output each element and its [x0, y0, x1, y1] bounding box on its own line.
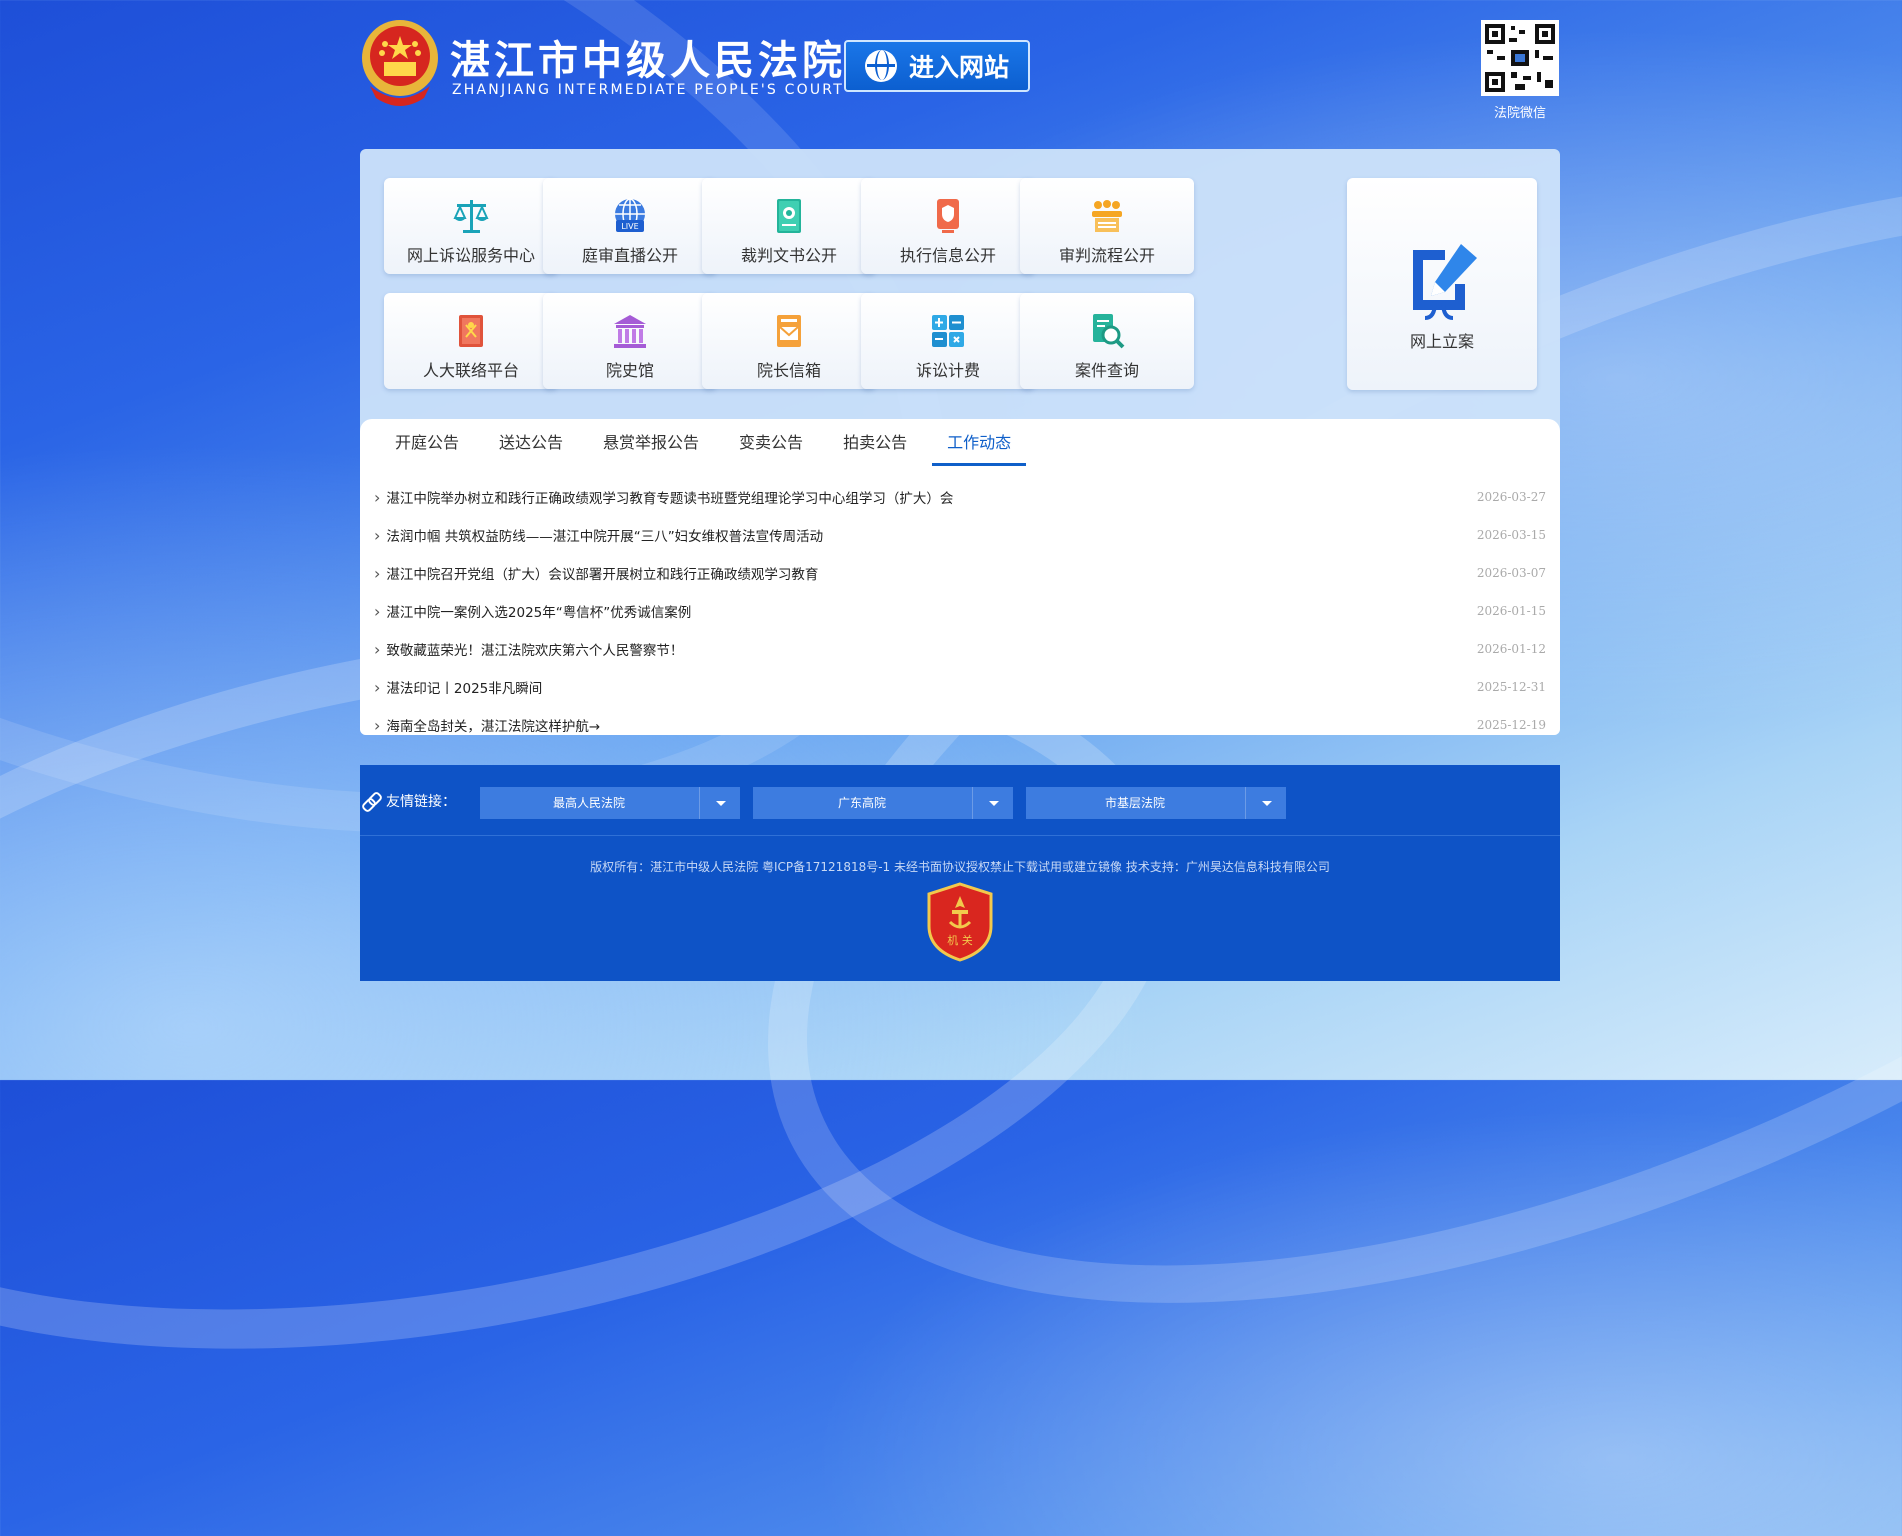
service-label: 案件查询 [1074, 361, 1139, 380]
service-label: 诉讼计费 [915, 361, 980, 380]
news-date: 2026-03-27 [1476, 490, 1546, 504]
service-tile-court-museum[interactable]: 院史馆 [543, 293, 717, 389]
news-list: 湛江中院举办树立和践行正确政绩观学习教育专题读书班暨党组理论学习中心组学习（扩大… [374, 478, 1546, 744]
mail-icon [777, 315, 801, 347]
chevron-down-icon [699, 787, 740, 819]
news-title: 海南全岛封关，湛江法院这样护航→ [374, 715, 600, 735]
news-date: 2025-12-31 [1476, 680, 1546, 694]
service-tile-online-litigation[interactable]: 网上诉讼服务中心 [384, 178, 558, 274]
news-item[interactable]: 法润巾帼 共筑权益防线——湛江中院开展“三八”妇女维权普法宣传周活动 2026-… [374, 516, 1546, 554]
service-label: 网上立案 [1409, 332, 1474, 351]
news-title: 致敬藏蓝荣光！湛江法院欢庆第六个人民警察节！ [374, 639, 683, 659]
service-tile-judgment-documents[interactable]: 裁判文书公开 [702, 178, 876, 274]
chevron-down-icon [1245, 787, 1286, 819]
document-icon [777, 199, 801, 233]
qr-code-icon [1481, 20, 1559, 96]
globe-icon [864, 50, 897, 82]
national-emblem-icon [362, 20, 438, 106]
service-label: 网上诉讼服务中心 [406, 246, 535, 265]
tab-work-news[interactable]: 工作动态 [932, 425, 1027, 466]
site-footer: 版权所有：湛江市中级人民法院 粤ICP备17121818号-1 未经书面协议授权… [360, 836, 1560, 981]
site-header: 湛江市中级人民法院 ZHANJIANG INTERMEDIATE PEOPLE'… [360, 16, 1560, 126]
service-label: 院长信箱 [756, 361, 821, 380]
select-guangdong-high-court[interactable]: 广东高院 [753, 787, 1013, 819]
news-date: 2026-03-07 [1476, 566, 1546, 580]
live-globe-icon: LIVE [615, 198, 645, 232]
news-title: 湛法印记丨2025非凡瞬间 [374, 677, 542, 697]
news-date: 2026-03-15 [1476, 528, 1546, 542]
select-basic-courts[interactable]: 市基层法院 [1026, 787, 1286, 819]
announcement-section: 开庭公告 送达公告 悬赏举报公告 变卖公告 拍卖公告 工作动态 湛江中院举办树立… [360, 419, 1560, 735]
service-tile-online-filing[interactable]: 网上立案 [1347, 178, 1537, 390]
news-date: 2025-12-19 [1476, 718, 1546, 732]
news-title: 湛江中院举办树立和践行正确政绩观学习教育专题读书班暨党组理论学习中心组学习（扩大… [374, 487, 953, 507]
service-tile-trial-process[interactable]: 审判流程公开 [1020, 178, 1194, 274]
service-tile-live-trial[interactable]: LIVE 庭审直播公开 [543, 178, 717, 274]
news-item[interactable]: 湛法印记丨2025非凡瞬间 2025-12-31 [374, 668, 1546, 706]
select-supreme-court[interactable]: 最高人民法院 [480, 787, 740, 819]
service-label: 执行信息公开 [899, 246, 996, 265]
tab-reward-report[interactable]: 悬赏举报公告 [588, 425, 714, 463]
tab-service-notice[interactable]: 送达公告 [484, 425, 578, 463]
news-item[interactable]: 海南全岛封关，湛江法院这样护航→ 2025-12-19 [374, 706, 1546, 744]
party-government-badge-icon[interactable]: 机 关 [925, 882, 995, 962]
enter-site-label: 进入网站 [908, 53, 1009, 82]
announcement-tabs: 开庭公告 送达公告 悬赏举报公告 变卖公告 拍卖公告 工作动态 [380, 425, 1036, 466]
wechat-qr[interactable]: 法院微信 [1480, 20, 1560, 121]
people-desk-icon [1092, 200, 1122, 232]
badge-text: 机 关 [947, 933, 973, 947]
link-icon [362, 792, 380, 810]
service-tile-president-mailbox[interactable]: 院长信箱 [702, 293, 876, 389]
museum-icon [614, 315, 646, 348]
news-item[interactable]: 湛江中院召开党组（扩大）会议部署开展树立和践行正确政绩观学习教育 2026-03… [374, 554, 1546, 592]
news-item[interactable]: 湛江中院一案例入选2025年“粤信杯”优秀诚信案例 2026-01-15 [374, 592, 1546, 630]
news-date: 2026-01-15 [1476, 604, 1546, 618]
news-item[interactable]: 致敬藏蓝荣光！湛江法院欢庆第六个人民警察节！ 2026-01-12 [374, 630, 1546, 668]
friendly-links-text: 友情链接： [386, 794, 456, 810]
service-label: 裁判文书公开 [740, 246, 837, 265]
tab-auction-notice[interactable]: 拍卖公告 [828, 425, 922, 463]
service-tile-case-query[interactable]: 案件查询 [1020, 293, 1194, 389]
service-tile-npc-liaison[interactable]: 人大联络平台 [384, 293, 558, 389]
chevron-down-icon [972, 787, 1013, 819]
scales-icon [453, 200, 489, 233]
service-tile-enforcement-info[interactable]: 执行信息公开 [861, 178, 1035, 274]
court-title: 湛江市中级人民法院 [450, 38, 846, 84]
news-title: 湛江中院召开党组（扩大）会议部署开展树立和践行正确政绩观学习教育 [374, 563, 818, 583]
news-date: 2026-01-12 [1476, 642, 1546, 656]
tab-sale-notice[interactable]: 变卖公告 [724, 425, 818, 463]
service-label: 人大联络平台 [422, 361, 519, 380]
select-value: 最高人民法院 [552, 796, 625, 810]
news-item[interactable]: 湛江中院举办树立和践行正确政绩观学习教育专题读书班暨党组理论学习中心组学习（扩大… [374, 478, 1546, 516]
news-title: 湛江中院一案例入选2025年“粤信杯”优秀诚信案例 [374, 601, 691, 621]
main-panel: 网上诉讼服务中心 LIVE 庭审直播公开 裁判文书公开 执行信息公开 审判流程公… [360, 149, 1560, 735]
service-label: 院史馆 [605, 361, 654, 380]
court-subtitle: ZHANJIANG INTERMEDIATE PEOPLE'S COURT [452, 82, 844, 98]
calculator-icon [932, 315, 964, 347]
search-document-icon [1093, 314, 1125, 349]
friendly-links-label: 友情链接： [362, 791, 456, 811]
service-label: 庭审直播公开 [581, 246, 678, 265]
svg-text:LIVE: LIVE [621, 222, 638, 231]
select-value: 市基层法院 [1104, 796, 1165, 810]
service-label: 审判流程公开 [1058, 246, 1155, 265]
shield-document-icon [937, 199, 959, 233]
red-book-icon [459, 315, 483, 347]
select-value: 广东高院 [837, 796, 886, 810]
news-title: 法润巾帼 共筑权益防线——湛江中院开展“三八”妇女维权普法宣传周活动 [374, 525, 823, 545]
service-tile-litigation-fee[interactable]: 诉讼计费 [861, 293, 1035, 389]
qr-label: 法院微信 [1493, 106, 1546, 121]
friendly-links-bar: 友情链接： 最高人民法院 广东高院 市基层法院 [360, 765, 1560, 836]
copyright-text: 版权所有：湛江市中级人民法院 粤ICP备17121818号-1 未经书面协议授权… [590, 860, 1330, 874]
tab-court-hearing[interactable]: 开庭公告 [380, 425, 474, 463]
pen-icon [1413, 244, 1477, 320]
enter-site-button[interactable]: 进入网站 [844, 40, 1030, 92]
